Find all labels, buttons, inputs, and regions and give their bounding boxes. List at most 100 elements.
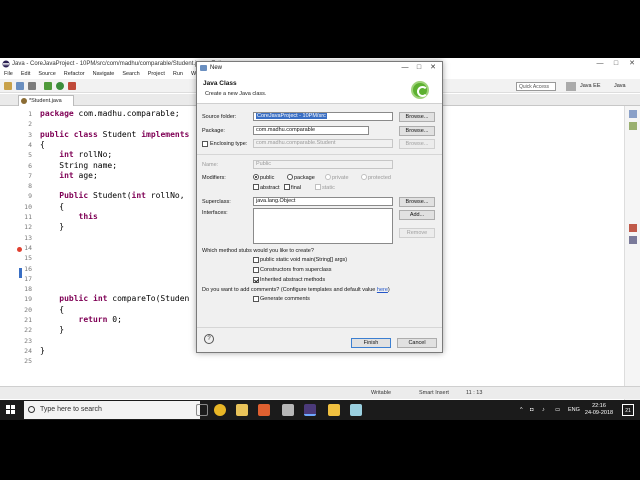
input-language[interactable]: ENG bbox=[568, 400, 580, 420]
perspective-java[interactable]: Java bbox=[614, 82, 626, 91]
volume-icon[interactable]: ♪ bbox=[542, 400, 545, 420]
package-input[interactable]: com.madhu.comparable bbox=[253, 126, 369, 135]
status-cursor-position: 11 : 13 bbox=[466, 390, 483, 396]
interfaces-add-button[interactable]: Add... bbox=[399, 210, 435, 220]
tool-app-icon[interactable] bbox=[350, 404, 362, 416]
dialog-close-button[interactable]: ✕ bbox=[426, 62, 440, 74]
superclass-label: Superclass: bbox=[202, 199, 231, 205]
code-keyword: class bbox=[73, 129, 98, 139]
paint-app-icon[interactable] bbox=[328, 404, 340, 416]
tray-chevron-icon[interactable]: ^ bbox=[520, 400, 523, 420]
modifier-private-radio bbox=[325, 174, 331, 180]
code-text: { bbox=[40, 139, 45, 149]
menu-search[interactable]: Search bbox=[122, 70, 139, 79]
task-view-icon[interactable] bbox=[196, 404, 208, 416]
modifier-protected-radio bbox=[361, 174, 367, 180]
console-view-icon[interactable] bbox=[629, 236, 637, 244]
file-explorer-icon[interactable] bbox=[236, 404, 248, 416]
code-keyword: int bbox=[59, 150, 74, 160]
line-number: 4 bbox=[28, 140, 32, 149]
outline-view-icon[interactable] bbox=[629, 110, 637, 118]
modifier-abstract-checkbox[interactable] bbox=[253, 184, 259, 190]
task-list-icon[interactable] bbox=[629, 122, 637, 130]
interfaces-list[interactable] bbox=[253, 208, 393, 244]
new-java-class-dialog: New — □ ✕ Java Class Create a new Java c… bbox=[196, 61, 443, 353]
code-line: } bbox=[40, 346, 45, 355]
save-icon[interactable] bbox=[16, 82, 24, 90]
error-marker-icon[interactable] bbox=[17, 247, 22, 252]
source-folder-input[interactable]: CoreJavaProject - 10PM/src bbox=[253, 112, 393, 121]
package-browse-button[interactable]: Browse... bbox=[399, 126, 435, 136]
line-number: 12 bbox=[24, 223, 32, 232]
dialog-header-description: Create a new Java class. bbox=[205, 91, 267, 97]
line-number: 10 bbox=[24, 202, 32, 211]
new-class-wizard-icon bbox=[411, 81, 429, 99]
modifier-package-radio[interactable] bbox=[287, 174, 293, 180]
open-perspective-icon[interactable] bbox=[566, 82, 576, 91]
name-input: Public bbox=[253, 160, 393, 169]
stub-inherited-checkbox[interactable] bbox=[253, 277, 259, 283]
media-app-icon[interactable] bbox=[258, 404, 270, 416]
code-keyword: implements bbox=[141, 129, 190, 139]
notification-center-icon[interactable]: 21 bbox=[622, 404, 634, 416]
menu-navigate[interactable]: Navigate bbox=[93, 70, 115, 79]
modifier-private-label: private bbox=[332, 175, 349, 181]
dialog-minimize-button[interactable]: — bbox=[398, 62, 412, 74]
enclosing-type-checkbox[interactable] bbox=[202, 141, 208, 147]
editor-tab-student-java[interactable]: *Student.java bbox=[18, 95, 74, 106]
windows-taskbar: Type here to search ^ ◘ ♪ ▭ ENG 22:16 24… bbox=[0, 400, 640, 420]
quick-diff-marker bbox=[19, 268, 22, 278]
modifier-public-radio[interactable] bbox=[253, 174, 259, 180]
taskbar-clock[interactable]: 22:16 24-09-2018 bbox=[583, 403, 615, 417]
stub-constructors-label: Constructors from superclass bbox=[260, 267, 332, 273]
code-keyword: this bbox=[78, 212, 98, 221]
source-folder-browse-button[interactable]: Browse... bbox=[399, 112, 435, 122]
print-icon[interactable] bbox=[28, 82, 36, 90]
code-line: } bbox=[40, 222, 64, 231]
line-number: 13 bbox=[24, 233, 32, 242]
battery-icon[interactable]: ▭ bbox=[555, 400, 560, 420]
finish-button[interactable]: Finish bbox=[351, 338, 391, 348]
quick-access-input[interactable]: Quick Access bbox=[516, 82, 556, 91]
perspective-java-ee[interactable]: Java EE bbox=[580, 82, 600, 91]
new-file-icon[interactable] bbox=[4, 82, 12, 90]
taskbar-search-input[interactable]: Type here to search bbox=[24, 401, 200, 419]
menu-project[interactable]: Project bbox=[148, 70, 165, 79]
superclass-browse-button[interactable]: Browse... bbox=[399, 197, 435, 207]
menu-run[interactable]: Run bbox=[173, 70, 183, 79]
menu-source[interactable]: Source bbox=[38, 70, 55, 79]
network-app-icon[interactable] bbox=[282, 404, 294, 416]
maximize-button[interactable]: □ bbox=[608, 58, 624, 70]
code-line: Public Student(int rollNo, bbox=[40, 191, 184, 200]
line-number: 22 bbox=[24, 326, 32, 335]
superclass-input[interactable]: java.lang.Object bbox=[253, 197, 393, 206]
debug-icon[interactable] bbox=[44, 82, 52, 90]
code-text: age; bbox=[73, 170, 98, 180]
external-tools-icon[interactable] bbox=[68, 82, 76, 90]
network-icon[interactable]: ◘ bbox=[530, 400, 533, 420]
close-button[interactable]: ✕ bbox=[624, 58, 640, 70]
line-number: 19 bbox=[24, 295, 32, 304]
menu-refactor[interactable]: Refactor bbox=[64, 70, 85, 79]
dialog-maximize-button[interactable]: □ bbox=[412, 62, 426, 74]
modifier-final-checkbox[interactable] bbox=[284, 184, 290, 190]
start-button[interactable] bbox=[6, 405, 16, 415]
problems-view-icon[interactable] bbox=[629, 224, 637, 232]
chrome-icon[interactable] bbox=[214, 404, 226, 416]
menu-edit[interactable]: Edit bbox=[21, 70, 30, 79]
stub-constructors-checkbox[interactable] bbox=[253, 267, 259, 273]
help-icon[interactable]: ? bbox=[204, 334, 214, 344]
line-number: 11 bbox=[24, 213, 32, 221]
eclipse-taskbar-icon[interactable] bbox=[304, 404, 316, 416]
minimize-button[interactable]: — bbox=[592, 58, 608, 70]
cancel-button[interactable]: Cancel bbox=[397, 338, 437, 348]
configure-templates-link[interactable]: here bbox=[377, 287, 388, 293]
stub-inherited-label: Inherited abstract methods bbox=[260, 277, 326, 283]
generate-comments-checkbox[interactable] bbox=[253, 296, 259, 302]
menu-file[interactable]: File bbox=[4, 70, 13, 79]
run-icon[interactable] bbox=[56, 82, 64, 90]
stub-main-checkbox[interactable] bbox=[253, 257, 259, 263]
